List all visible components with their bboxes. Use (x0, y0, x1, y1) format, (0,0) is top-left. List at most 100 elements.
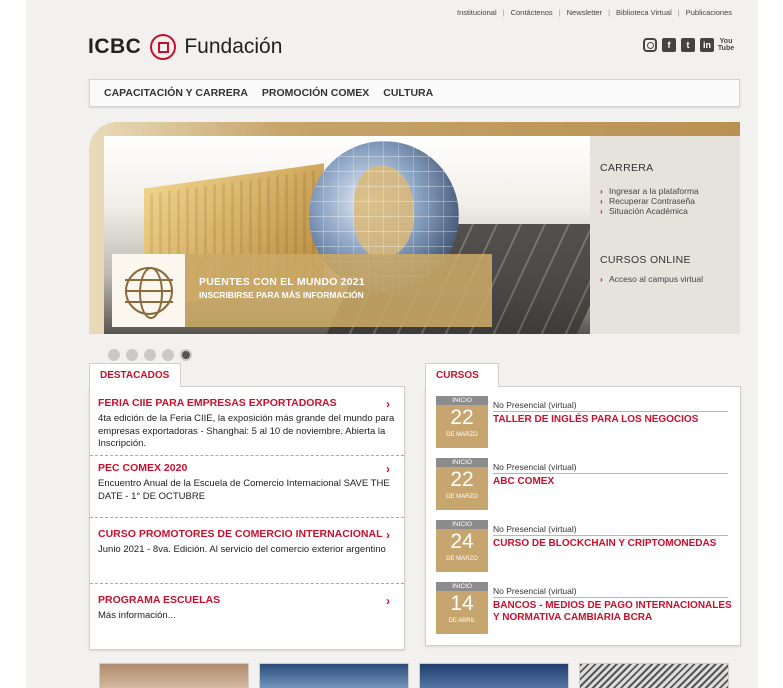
destacado-title[interactable]: PEC COMEX 2020 (98, 462, 396, 474)
course-date: INICIO 14 DE ABRIL (436, 582, 488, 634)
course-item[interactable]: INICIO 22 DE MARZO No Presencial (virtua… (436, 458, 730, 510)
nav-item-capacitacion[interactable]: CAPACITACIÓN Y CARRERA (104, 87, 248, 99)
side-panel: CARRERA › Ingresar a la plataforma › Recup… (590, 136, 740, 334)
course-item[interactable]: INICIO 22 DE MARZO No Presencial (virtua… (436, 396, 730, 448)
chevron-right-icon[interactable]: › (386, 397, 390, 411)
divider (90, 455, 404, 456)
thumbnail-image[interactable] (419, 663, 569, 688)
top-link-biblioteca[interactable]: Biblioteca Virtual (616, 8, 672, 17)
slider-dots (108, 349, 192, 361)
slider-dot[interactable] (108, 349, 120, 361)
course-date: INICIO 22 DE MARZO (436, 396, 488, 448)
hero-caption-text: PUENTES CON EL MUNDO 2021 INSCRIBIRSE PA… (185, 254, 492, 327)
logo[interactable]: ICBC Fundación (88, 34, 282, 60)
globe-icon-box (112, 254, 185, 327)
course-title[interactable]: CURSO DE BLOCKCHAIN Y CRIPTOMONEDAS (493, 538, 733, 550)
divider (493, 473, 728, 474)
carrera-link-ingresar[interactable]: › Ingresar a la plataforma (600, 186, 740, 196)
destacado-item[interactable]: PEC COMEX 2020 Encuentro Anual de la Esc… (98, 462, 396, 503)
main-nav: CAPACITACIÓN Y CARRERA PROMOCIÓN COMEX C… (89, 79, 740, 107)
logo-brand: ICBC (88, 35, 142, 58)
instagram-icon[interactable] (643, 38, 657, 52)
top-link-contactenos[interactable]: Contáctenos (511, 8, 553, 17)
chevron-right-icon: › (600, 196, 603, 206)
destacado-desc: 4ta edición de la Feria CIIE, la exposic… (98, 413, 395, 449)
course-mode: No Presencial (virtual) (493, 524, 577, 534)
online-link-campus[interactable]: › Acceso al campus virtual (600, 274, 740, 284)
tab-cursos[interactable]: CURSOS (425, 363, 499, 387)
course-title[interactable]: BANCOS - MEDIOS DE PAGO INTERNACIONALES … (493, 600, 733, 624)
logo-name: Fundación (184, 35, 283, 58)
date-month: DE MARZO (446, 556, 478, 562)
course-item[interactable]: INICIO 14 DE ABRIL No Presencial (virtua… (436, 582, 733, 634)
hero-title: PUENTES CON EL MUNDO 2021 (199, 276, 365, 288)
social-links: f t in You Tube (643, 38, 734, 52)
destacado-desc: Junio 2021 - 8va. Edición. Al servicio d… (98, 544, 386, 555)
destacado-title[interactable]: PROGRAMA ESCUELAS (98, 594, 396, 606)
course-title[interactable]: TALLER DE INGLÉS PARA LOS NEGOCIOS (493, 414, 733, 426)
date-month: DE ABRIL (448, 618, 476, 624)
separator: | (608, 8, 611, 17)
date-day: 22 (450, 468, 474, 491)
page: Institucional | Contáctenos | Newsletter | … (26, 0, 758, 688)
thumbnail-image[interactable] (259, 663, 409, 688)
slider-dot[interactable] (162, 349, 174, 361)
chevron-right-icon[interactable]: › (386, 594, 390, 608)
destacado-item[interactable]: FERIA CIIE PARA EMPRESAS EXPORTADORAS 4t… (98, 397, 396, 451)
separator: | (677, 8, 680, 17)
top-link-publicaciones[interactable]: Publicaciones (686, 8, 732, 17)
date-label: INICIO (436, 520, 488, 529)
destacado-title[interactable]: FERIA CIIE PARA EMPRESAS EXPORTADORAS (98, 397, 396, 409)
globe-icon (124, 266, 173, 319)
destacado-desc: Más información... (98, 610, 176, 621)
destacado-item[interactable]: PROGRAMA ESCUELAS Más información... › (98, 594, 396, 623)
slider-dot[interactable] (126, 349, 138, 361)
divider (90, 517, 404, 518)
top-links: Institucional | Contáctenos | Newsletter | … (457, 8, 732, 17)
course-title[interactable]: ABC COMEX (493, 476, 733, 488)
course-mode: No Presencial (virtual) (493, 400, 577, 410)
online-title: CURSOS ONLINE (600, 254, 691, 266)
destacado-item[interactable]: CURSO PROMOTORES DE COMERCIO INTERNACION… (98, 528, 396, 557)
course-item[interactable]: INICIO 24 DE MARZO No Presencial (virtua… (436, 520, 730, 572)
date-day: 22 (450, 406, 474, 429)
chevron-right-icon[interactable]: › (386, 528, 390, 542)
destacado-desc: Encuentro Anual de la Escuela de Comerci… (98, 478, 390, 502)
date-day: 14 (450, 592, 474, 615)
divider (493, 597, 728, 598)
hero-subtitle[interactable]: INSCRIBIRSE PARA MÁS INFORMACIÓN (199, 290, 480, 300)
destacado-title[interactable]: CURSO PROMOTORES DE COMERCIO INTERNACION… (98, 528, 396, 540)
nav-item-promocion-comex[interactable]: PROMOCIÓN COMEX (262, 87, 369, 99)
divider (90, 583, 404, 584)
linkedin-icon[interactable]: in (700, 38, 714, 52)
facebook-icon[interactable]: f (662, 38, 676, 52)
hero-caption[interactable]: PUENTES CON EL MUNDO 2021 INSCRIBIRSE PA… (112, 254, 492, 327)
top-link-newsletter[interactable]: Newsletter (567, 8, 602, 17)
carrera-link-situacion[interactable]: › Situación Académica (600, 206, 740, 216)
chevron-right-icon: › (600, 206, 603, 216)
chevron-right-icon[interactable]: › (386, 462, 390, 476)
divider (493, 535, 728, 536)
course-mode: No Presencial (virtual) (493, 462, 577, 472)
nav-item-cultura[interactable]: CULTURA (383, 87, 433, 99)
thumbnail-image[interactable] (99, 663, 249, 688)
chevron-right-icon: › (600, 274, 603, 284)
thumbnail-image[interactable] (579, 663, 729, 688)
tab-destacados[interactable]: DESTACADOS (89, 363, 181, 387)
course-mode: No Presencial (virtual) (493, 586, 577, 596)
date-label: INICIO (436, 582, 488, 591)
twitter-icon[interactable]: t (681, 38, 695, 52)
icbc-emblem-icon (150, 34, 177, 60)
course-date: INICIO 22 DE MARZO (436, 458, 488, 510)
date-label: INICIO (436, 458, 488, 467)
slider-dot-active[interactable] (180, 349, 192, 361)
date-day: 24 (450, 530, 474, 553)
date-label: INICIO (436, 396, 488, 405)
separator: | (558, 8, 561, 17)
carrera-link-recuperar[interactable]: › Recuperar Contraseña (600, 196, 740, 206)
youtube-icon[interactable]: You Tube (718, 38, 734, 52)
separator: | (502, 8, 505, 17)
top-link-institucional[interactable]: Institucional (457, 8, 497, 17)
slider-dot[interactable] (144, 349, 156, 361)
course-date: INICIO 24 DE MARZO (436, 520, 488, 572)
